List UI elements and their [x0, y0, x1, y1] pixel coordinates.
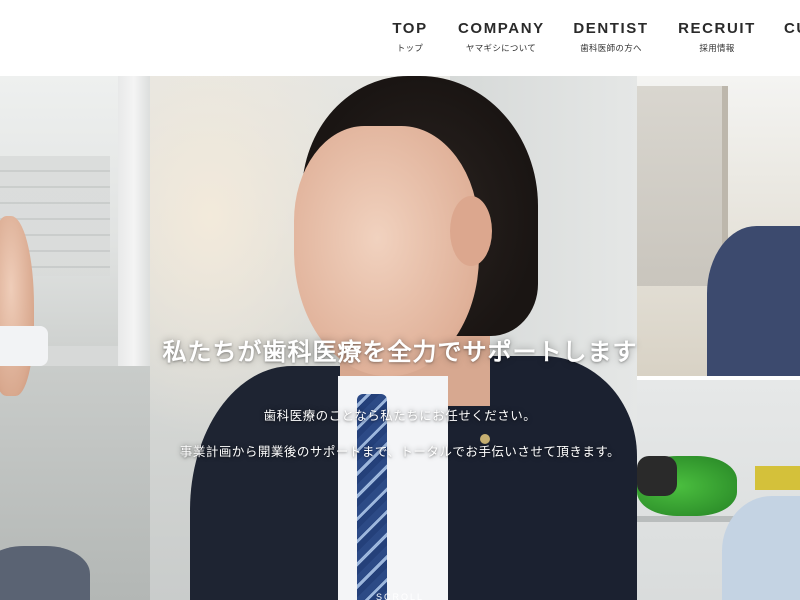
nav-item-company-label: COMPANY	[458, 20, 545, 37]
nav-item-dentist[interactable]: DENTIST 歯科医師の方へ	[572, 20, 650, 54]
global-nav: TOP トップ COMPANY ヤマギシについて DENTIST 歯科医師の方へ…	[0, 0, 800, 76]
nav-item-recruit-label: RECRUIT	[678, 20, 756, 37]
photo-object-yellow	[755, 466, 800, 490]
hero-description-line-2: 事業計画から開業後のサポートまで、トータルでお手伝いさせて頂きます。	[179, 443, 621, 459]
nav-item-dentist-sublabel: 歯科医師の方へ	[580, 44, 642, 54]
page: TOP トップ COMPANY ヤマギシについて DENTIST 歯科医師の方へ…	[0, 0, 800, 600]
nav-item-top[interactable]: TOP トップ	[392, 20, 428, 54]
nav-item-company-sublabel: ヤマギシについて	[465, 44, 537, 54]
photo-person-ear	[450, 196, 492, 266]
nav-item-company[interactable]: COMPANY ヤマギシについて	[458, 20, 544, 54]
hero-heading: 私たちが歯科医療を全力でサポートします	[162, 338, 638, 367]
nav-item-dentist-label: DENTIST	[573, 20, 649, 37]
nav-item-top-label: TOP	[392, 20, 428, 37]
nav-item-recruit-sublabel: 採用情報	[699, 44, 735, 54]
photo-person-tie	[357, 394, 387, 600]
nav-item-top-sublabel: トップ	[396, 44, 424, 54]
nav-item-recruit[interactable]: RECRUIT 採用情報	[678, 20, 756, 54]
nav-item-contact-label: CU	[784, 20, 800, 37]
nav-item-contact-truncated[interactable]: CU	[784, 20, 800, 37]
hero-description-line-1: 歯科医療のことなら私たちにお任せください。	[263, 407, 537, 423]
photo-object-dark	[637, 456, 677, 496]
site-header: TOP トップ COMPANY ヤマギシについて DENTIST 歯科医師の方へ…	[0, 0, 800, 76]
hero-section: 私たちが歯科医療を全力でサポートします 歯科医療のことなら私たちにお任せください…	[0, 76, 800, 600]
scroll-indicator[interactable]: SCROLL	[0, 592, 800, 600]
